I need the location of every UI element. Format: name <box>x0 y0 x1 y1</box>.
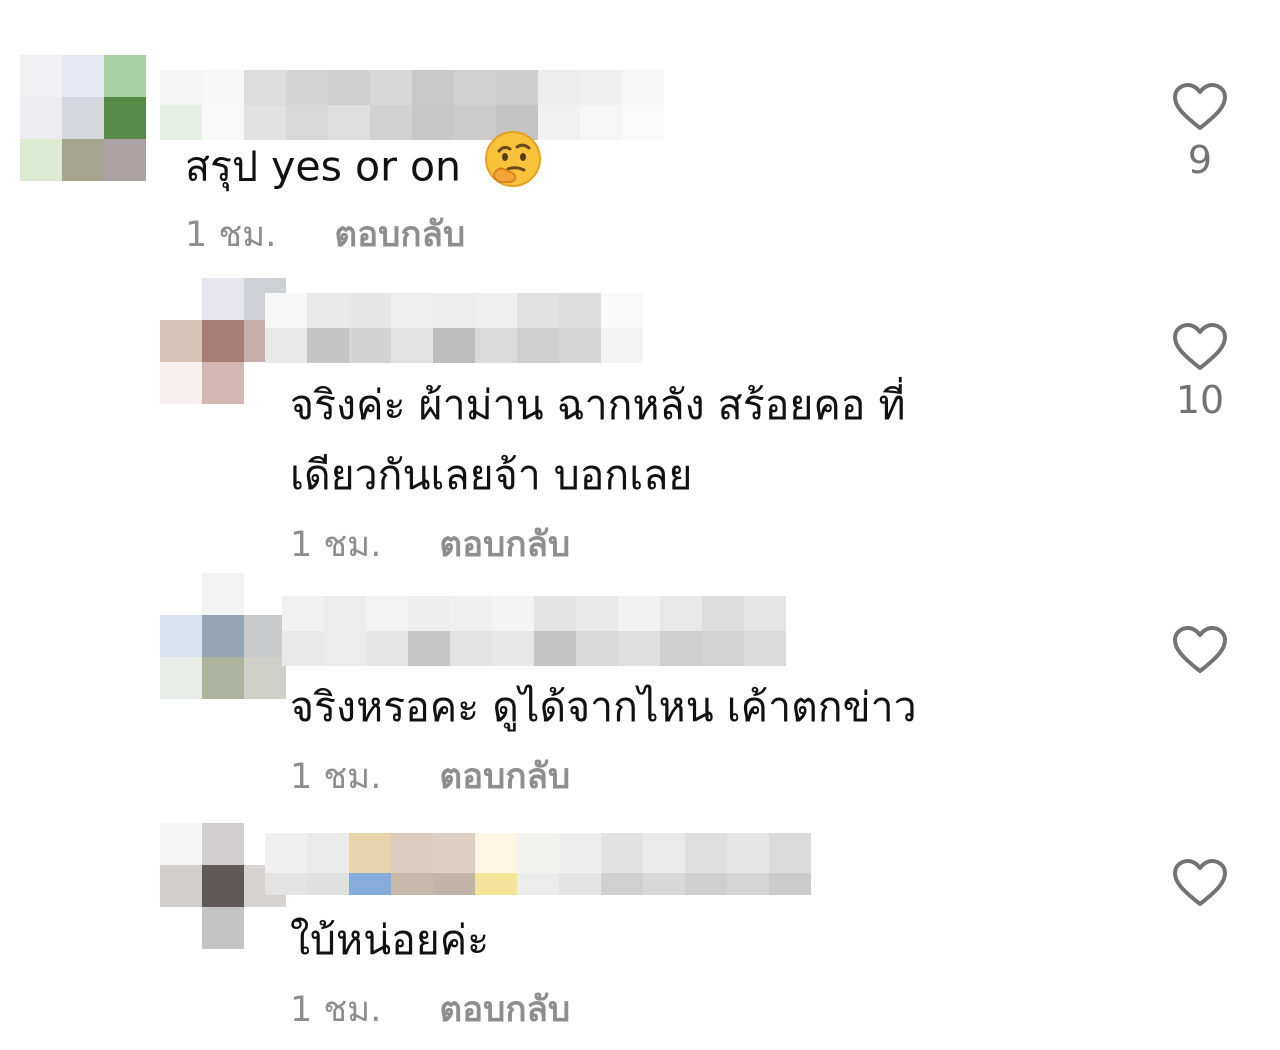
avatar[interactable] <box>20 55 146 181</box>
reply-button[interactable]: ตอบกลับ <box>334 215 465 255</box>
avatar-pixel <box>202 615 244 657</box>
avatar-pixel <box>202 320 244 362</box>
reply-button[interactable]: ตอบกลับ <box>439 757 570 797</box>
comment-text: สรุป yes or on <box>185 130 542 209</box>
avatar-pixel <box>160 615 202 657</box>
avatar-pixel <box>160 865 202 907</box>
avatar-pixel <box>202 823 244 865</box>
comment-meta: 1 ชม. ตอบกลับ <box>290 525 570 565</box>
username-blurred[interactable] <box>265 293 643 363</box>
comment-text-content: สรุป yes or on <box>185 142 462 191</box>
timestamp: 1 ชม. <box>290 990 382 1030</box>
avatar-pixel <box>160 278 202 320</box>
heart-icon <box>1173 83 1227 130</box>
comment-meta: 1 ชม. ตอบกลับ <box>290 757 570 797</box>
avatar-pixel <box>244 615 286 657</box>
username-blurred[interactable] <box>265 833 811 895</box>
avatar-pixel <box>104 55 146 97</box>
comment-text: จริงหรอคะ ดูได้จากไหน เค้าตกข่าว <box>290 672 917 742</box>
like-button[interactable] <box>1160 858 1240 914</box>
avatar-pixel <box>20 97 62 139</box>
like-button[interactable]: 9 <box>1160 82 1240 182</box>
like-count: 10 <box>1175 378 1225 422</box>
comment-text-line: จริงค่ะ ผ้าม่าน ฉากหลัง สร้อยคอ ที่ <box>290 381 906 429</box>
avatar-pixel <box>160 907 202 949</box>
heart-icon <box>1173 626 1227 673</box>
comment-meta: 1 ชม. ตอบกลับ <box>185 215 465 255</box>
avatar-pixel <box>244 362 286 404</box>
like-button[interactable] <box>1160 625 1240 681</box>
comment-text: จริงค่ะ ผ้าม่าน ฉากหลัง สร้อยคอ ที่ เดีย… <box>290 370 905 510</box>
avatar-pixel <box>244 907 286 949</box>
avatar-pixel <box>62 55 104 97</box>
timestamp: 1 ชม. <box>290 525 382 565</box>
avatar-pixel <box>202 278 244 320</box>
like-button[interactable]: 10 <box>1160 322 1240 422</box>
avatar-pixel <box>104 97 146 139</box>
heart-icon <box>1173 859 1227 906</box>
avatar-pixel <box>160 657 202 699</box>
comment-text: ใบ้หน่อยค่ะ <box>290 905 489 975</box>
timestamp: 1 ชม. <box>290 757 382 797</box>
reply-button[interactable]: ตอบกลับ <box>439 525 570 565</box>
like-count: 9 <box>1187 138 1213 182</box>
avatar-pixel <box>202 865 244 907</box>
avatar-pixel <box>104 139 146 181</box>
comment-text-line: เดียวกันเลยจ้า บอกเลย <box>290 451 693 499</box>
avatar-pixel <box>160 823 202 865</box>
avatar-pixel <box>202 362 244 404</box>
avatar-pixel <box>20 139 62 181</box>
comment-text-content: ใบ้หน่อยค่ะ <box>290 916 490 964</box>
avatar-pixel <box>160 362 202 404</box>
thinking-face-icon <box>484 130 542 209</box>
avatar-pixel <box>20 55 62 97</box>
reply-button[interactable]: ตอบกลับ <box>439 990 570 1030</box>
avatar-pixel <box>62 97 104 139</box>
heart-icon <box>1173 323 1227 370</box>
username-blurred[interactable] <box>282 596 812 666</box>
comment-text-content: จริงหรอคะ ดูได้จากไหน เค้าตกข่าว <box>290 683 917 731</box>
avatar-pixel <box>244 573 286 615</box>
avatar-pixel <box>202 907 244 949</box>
avatar[interactable] <box>160 573 286 699</box>
comment-meta: 1 ชม. ตอบกลับ <box>290 990 570 1030</box>
avatar-pixel <box>160 573 202 615</box>
timestamp: 1 ชม. <box>185 215 277 255</box>
avatar-pixel <box>202 573 244 615</box>
avatar-pixel <box>62 139 104 181</box>
avatar-pixel <box>202 657 244 699</box>
avatar-pixel <box>160 320 202 362</box>
avatar-pixel <box>244 657 286 699</box>
